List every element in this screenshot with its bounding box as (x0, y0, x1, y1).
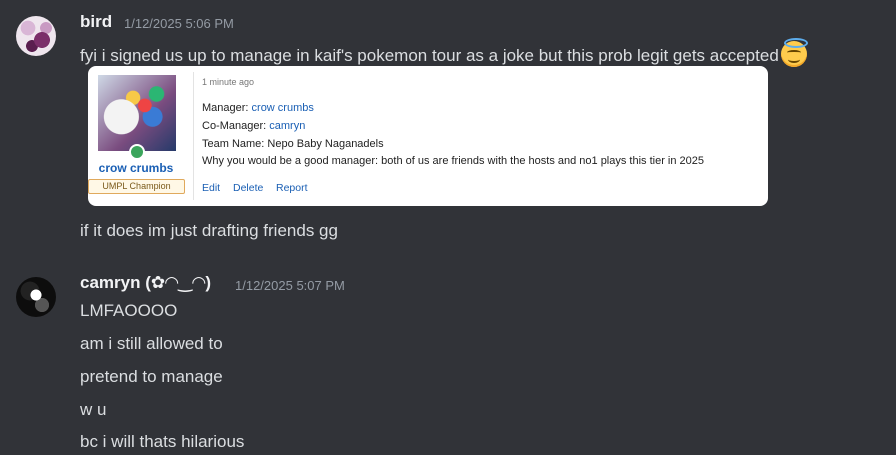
profile-picture[interactable] (98, 75, 176, 151)
comanager-field: Co-Manager: camryn (202, 120, 305, 132)
comanager-label: Co-Manager: (202, 120, 270, 132)
message-text: if it does im just drafting friends gg (80, 221, 338, 240)
delete-link[interactable]: Delete (233, 182, 263, 194)
manager-label: Manager: (202, 102, 252, 114)
message-text: fyi i signed us up to manage in kaif's p… (80, 38, 808, 67)
message-text: w u (80, 400, 107, 419)
manager-link[interactable]: crow crumbs (252, 102, 314, 114)
edit-link[interactable]: Edit (202, 182, 220, 194)
reason-field: Why you would be a good manager: both of… (202, 155, 705, 167)
timestamp: 1/12/2025 5:06 PM (124, 16, 234, 31)
embed-profile: crow crumbs UMPL Champion (88, 66, 193, 206)
message-line: fyi i signed us up to manage in kaif's p… (80, 46, 779, 65)
message-text: bc i will thats hilarious (80, 432, 245, 451)
avatar[interactable] (16, 16, 56, 56)
manager-field: Manager: crow crumbs (202, 102, 314, 114)
message-text: pretend to manage (80, 367, 223, 386)
embed-card: crow crumbs UMPL Champion 1 minute ago M… (88, 66, 768, 206)
time-ago: 1 minute ago (202, 77, 255, 87)
timestamp: 1/12/2025 5:07 PM (235, 278, 345, 293)
champion-badge: UMPL Champion (88, 179, 185, 194)
avatar[interactable] (16, 277, 56, 317)
report-link[interactable]: Report (276, 182, 308, 194)
comanager-link[interactable]: camryn (269, 120, 305, 132)
profile-name[interactable]: crow crumbs (88, 161, 184, 175)
message-text: am i still allowed to (80, 334, 223, 353)
innocent-face-icon (780, 38, 808, 67)
team-name-field: Team Name: Nepo Baby Naganadels (202, 138, 384, 150)
message-text: LMFAOOOO (80, 301, 178, 320)
divider (193, 72, 194, 200)
username[interactable]: camryn (✿◠‿◠) (80, 273, 211, 293)
online-status-icon (129, 144, 145, 160)
username[interactable]: bird (80, 12, 112, 32)
